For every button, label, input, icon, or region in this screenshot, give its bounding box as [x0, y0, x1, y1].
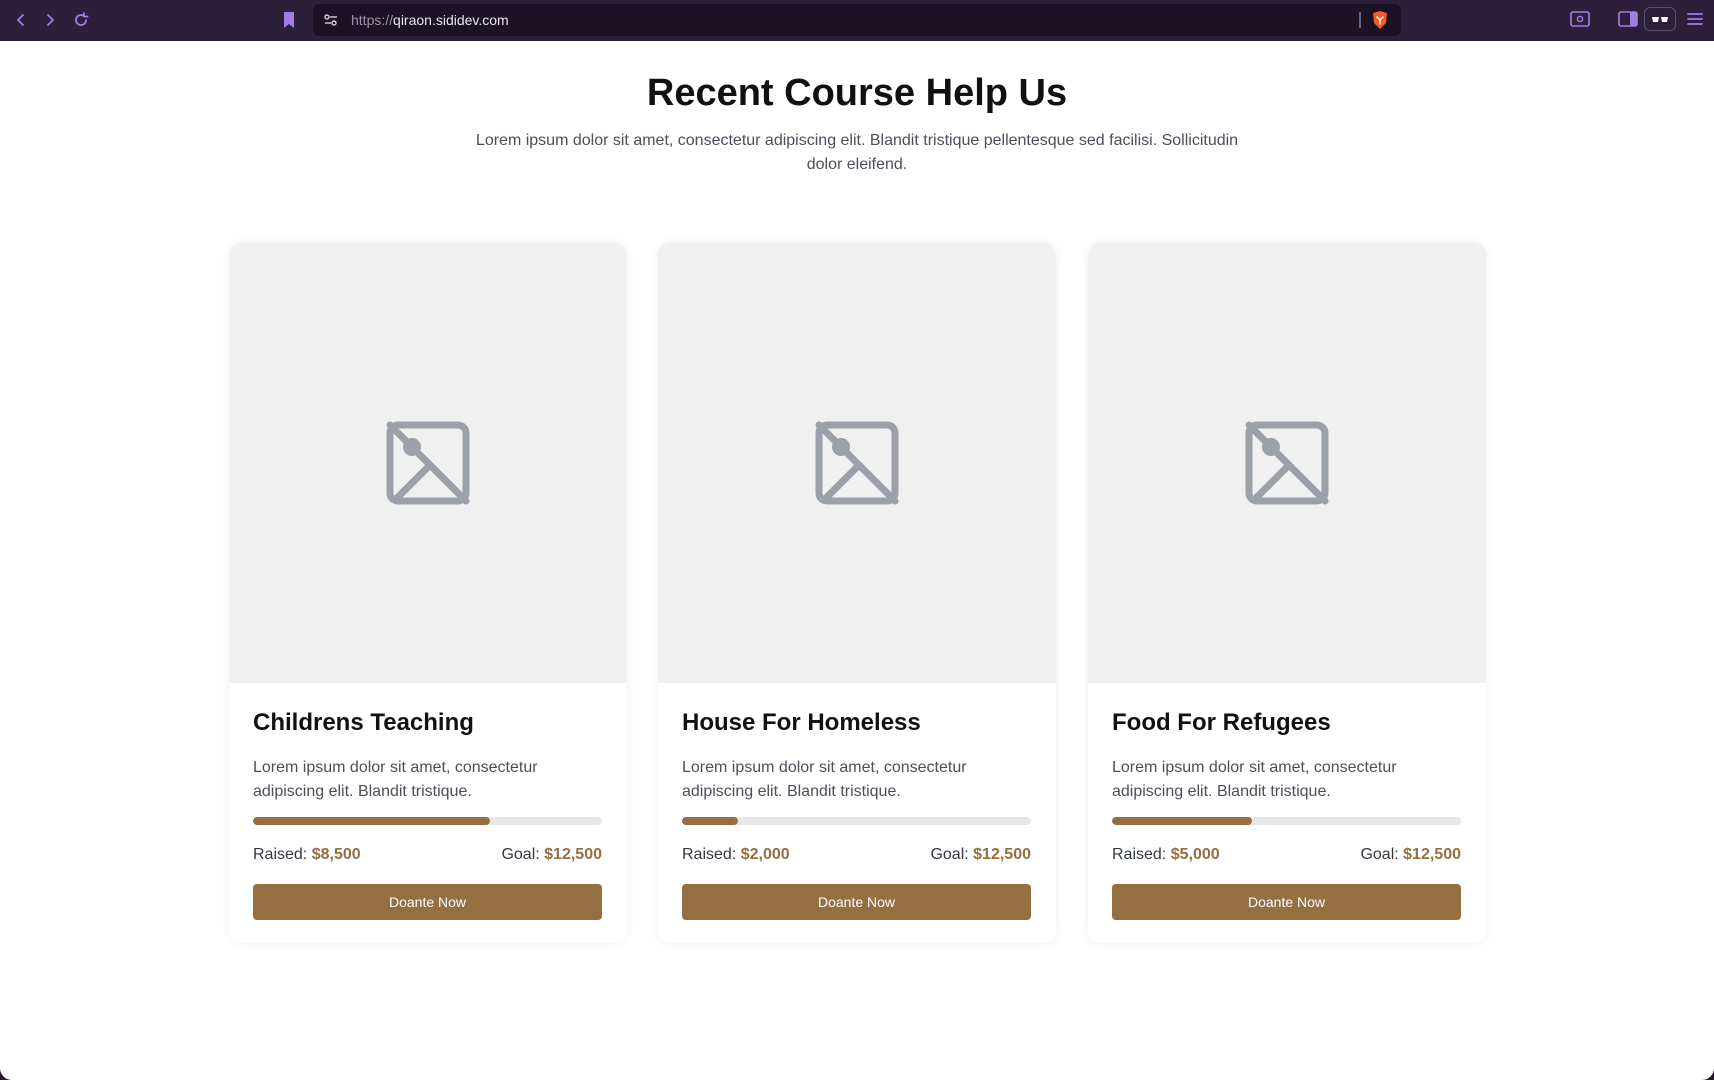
goal-label: Goal:: [930, 846, 969, 863]
site-settings-icon[interactable]: [323, 12, 339, 28]
raised-amount: Raised: $8,500: [253, 846, 361, 864]
vpn-glasses-icon[interactable]: [1644, 7, 1676, 31]
card-title: Food For Refugees: [1112, 709, 1331, 736]
raised-value: $2,000: [740, 846, 790, 863]
progress-bar: [253, 817, 602, 825]
bookmark-button[interactable]: [277, 8, 301, 32]
raised-label: Raised:: [253, 846, 308, 863]
reload-button[interactable]: [69, 8, 93, 32]
back-button[interactable]: [9, 8, 33, 32]
page-title: Recent Course Help Us: [646, 72, 1068, 114]
donate-button[interactable]: Doante Now: [1112, 884, 1461, 920]
progress-bar: [682, 817, 1031, 825]
raised-label: Raised:: [1112, 846, 1167, 863]
image-placeholder-icon: [815, 421, 899, 505]
donate-button[interactable]: Doante Now: [682, 884, 1031, 920]
raised-value: $5,000: [1170, 846, 1220, 863]
course-card: Food For Refugees Lorem ipsum dolor sit …: [1088, 243, 1486, 943]
card-title: House For Homeless: [682, 709, 921, 736]
progress-bar: [1112, 817, 1461, 825]
raised-label: Raised:: [682, 846, 737, 863]
progress-fill: [682, 817, 738, 825]
raised-value: $8,500: [311, 846, 361, 863]
image-placeholder-icon: [386, 421, 470, 505]
chevron-right-icon: [47, 14, 54, 26]
forward-button[interactable]: [38, 8, 62, 32]
card-image: [658, 243, 1056, 683]
image-placeholder-icon: [1245, 421, 1329, 505]
browser-toolbar: https://qiraon.sididev.com: [0, 0, 1714, 41]
goal-value: $12,500: [1403, 846, 1461, 863]
card-title: Childrens Teaching: [253, 709, 474, 736]
goal-label: Goal:: [1360, 846, 1399, 863]
goal-amount: Goal: $12,500: [930, 846, 1031, 864]
address-bar[interactable]: https://qiraon.sididev.com: [313, 4, 1401, 36]
course-card: House For Homeless Lorem ipsum dolor sit…: [658, 243, 1056, 943]
url-host: qiraon.sididev.com: [393, 12, 509, 28]
divider: [1359, 12, 1361, 28]
raised-amount: Raised: $2,000: [682, 846, 790, 864]
menu-icon[interactable]: [1686, 11, 1704, 27]
tab-search-icon[interactable]: [1570, 10, 1590, 28]
course-card: Childrens Teaching Lorem ipsum dolor sit…: [229, 243, 627, 943]
brave-shield-icon[interactable]: [1371, 10, 1389, 30]
goal-value: $12,500: [973, 846, 1031, 863]
page-viewport: Recent Course Help Us Lorem ipsum dolor …: [0, 41, 1714, 1080]
url-text[interactable]: https://qiraon.sididev.com: [351, 12, 509, 28]
donate-button[interactable]: Doante Now: [253, 884, 602, 920]
card-image: [229, 243, 627, 683]
progress-fill: [1112, 817, 1252, 825]
card-description: Lorem ipsum dolor sit amet, consectetur …: [682, 759, 967, 800]
chevron-left-icon: [17, 14, 24, 26]
progress-fill: [253, 817, 491, 825]
sidebar-toggle-icon[interactable]: [1618, 10, 1638, 28]
page-subtitle: Lorem ipsum dolor sit amet, consectetur …: [475, 132, 1239, 173]
goal-amount: Goal: $12,500: [1360, 846, 1461, 864]
raised-amount: Raised: $5,000: [1112, 846, 1220, 864]
card-image: [1088, 243, 1486, 683]
goal-amount: Goal: $12,500: [501, 846, 602, 864]
bookmark-icon: [284, 12, 294, 28]
goal-value: $12,500: [544, 846, 602, 863]
goal-label: Goal:: [501, 846, 540, 863]
card-description: Lorem ipsum dolor sit amet, consectetur …: [1112, 759, 1397, 800]
card-description: Lorem ipsum dolor sit amet, consectetur …: [253, 759, 538, 800]
url-protocol: https://: [351, 12, 394, 28]
reload-icon: [75, 12, 89, 26]
